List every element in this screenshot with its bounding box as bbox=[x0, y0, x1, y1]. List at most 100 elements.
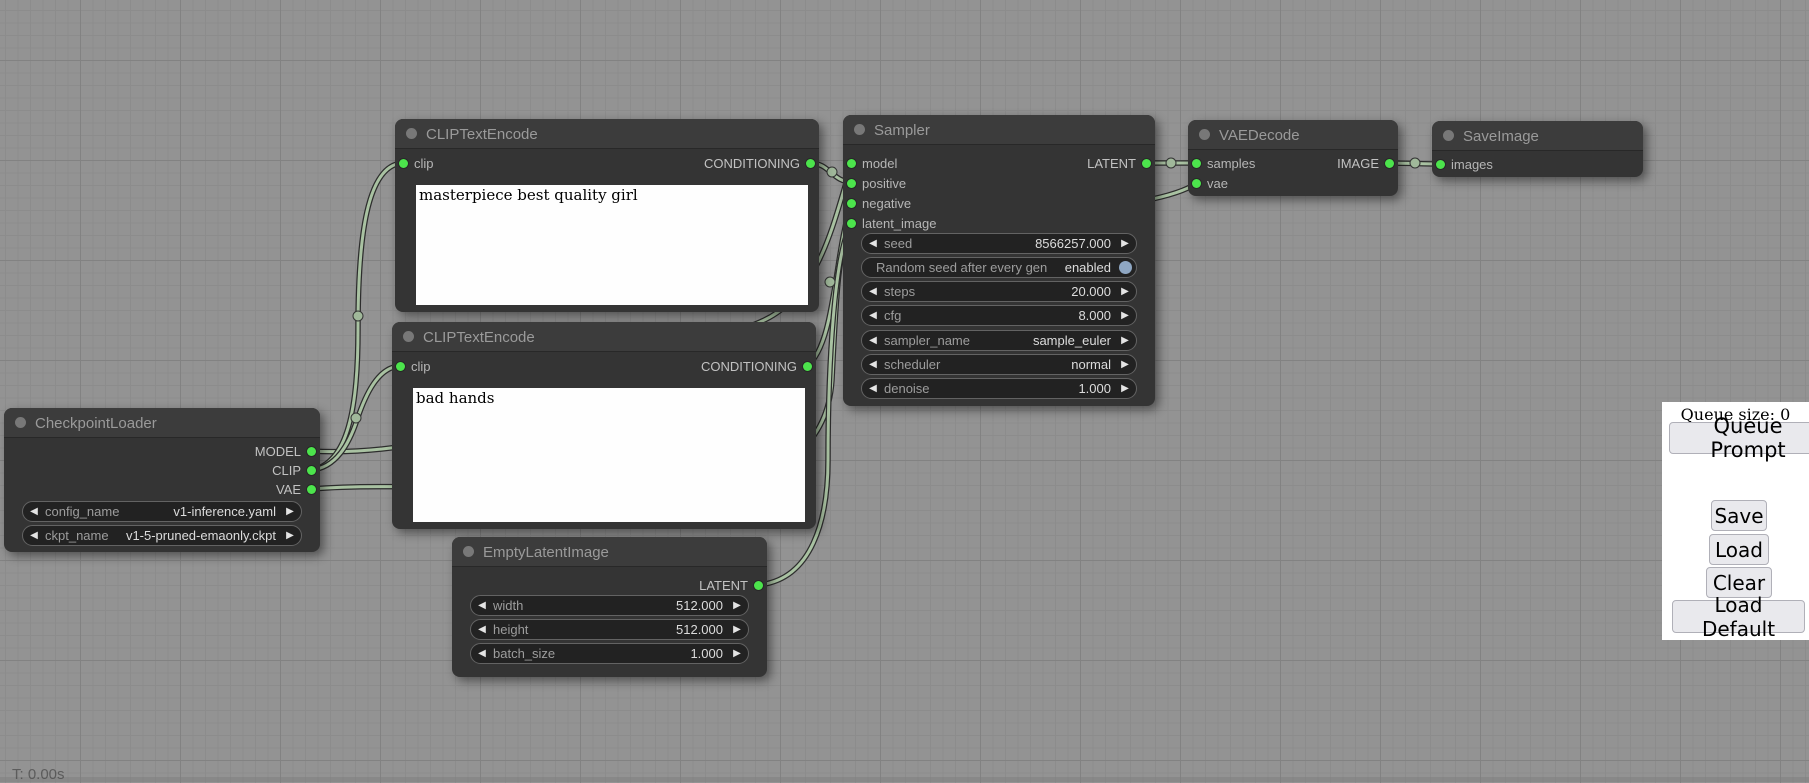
collapse-dot-icon[interactable] bbox=[403, 331, 414, 342]
output-port-CONDITIONING[interactable]: CONDITIONING bbox=[701, 358, 812, 375]
node-title-bar[interactable]: VAEDecode bbox=[1188, 120, 1398, 150]
input-slot-icon[interactable] bbox=[847, 219, 856, 228]
output-port-CLIP[interactable]: CLIP bbox=[272, 462, 316, 479]
collapse-dot-icon[interactable] bbox=[854, 124, 865, 135]
widget-sampler_name[interactable]: ◀sampler_namesample_euler▶ bbox=[861, 330, 1137, 351]
node-title-bar[interactable]: CheckpointLoader bbox=[4, 408, 320, 438]
widget-Random seed after every gen[interactable]: Random seed after every genenabled bbox=[861, 257, 1137, 278]
increment-arrow-icon[interactable]: ▶ bbox=[726, 644, 748, 663]
node-title-bar[interactable]: EmptyLatentImage bbox=[452, 537, 767, 567]
input-slot-icon[interactable] bbox=[396, 362, 405, 371]
output-slot-icon[interactable] bbox=[307, 447, 316, 456]
decrement-arrow-icon[interactable]: ◀ bbox=[862, 306, 884, 325]
widget-ckpt_name[interactable]: ◀ckpt_namev1-5-pruned-emaonly.ckpt▶ bbox=[22, 525, 302, 546]
node-title-bar[interactable]: SaveImage bbox=[1432, 121, 1643, 151]
output-slot-icon[interactable] bbox=[307, 466, 316, 475]
decrement-arrow-icon[interactable]: ◀ bbox=[862, 282, 884, 301]
input-port-latent_image[interactable]: latent_image bbox=[847, 215, 936, 232]
collapse-dot-icon[interactable] bbox=[15, 417, 26, 428]
output-slot-icon[interactable] bbox=[1385, 159, 1394, 168]
input-slot-icon[interactable] bbox=[399, 159, 408, 168]
link-midpoint-dot[interactable] bbox=[1166, 158, 1176, 168]
widget-height[interactable]: ◀height512.000▶ bbox=[470, 619, 749, 640]
decrement-arrow-icon[interactable]: ◀ bbox=[471, 596, 493, 615]
toggle-indicator-icon[interactable] bbox=[1119, 261, 1132, 274]
decrement-arrow-icon[interactable]: ◀ bbox=[23, 526, 45, 545]
input-slot-icon[interactable] bbox=[847, 159, 856, 168]
collapse-dot-icon[interactable] bbox=[1443, 130, 1454, 141]
output-slot-icon[interactable] bbox=[307, 485, 316, 494]
input-port-vae[interactable]: vae bbox=[1192, 175, 1228, 192]
collapse-dot-icon[interactable] bbox=[463, 546, 474, 557]
widget-steps[interactable]: ◀steps20.000▶ bbox=[861, 281, 1137, 302]
decrement-arrow-icon[interactable]: ◀ bbox=[862, 355, 884, 374]
decrement-arrow-icon[interactable]: ◀ bbox=[471, 620, 493, 639]
prompt-textarea[interactable]: masterpiece best quality girl bbox=[416, 185, 808, 305]
node-sampler[interactable]: Sampler model LATENT positive negative latent… bbox=[843, 115, 1155, 406]
link-midpoint-dot[interactable] bbox=[1410, 158, 1420, 168]
increment-arrow-icon[interactable]: ▶ bbox=[1114, 282, 1136, 301]
increment-arrow-icon[interactable]: ▶ bbox=[279, 502, 301, 521]
prompt-textarea[interactable]: bad hands bbox=[413, 388, 805, 522]
output-port-VAE[interactable]: VAE bbox=[276, 481, 316, 498]
node-title-bar[interactable]: Sampler bbox=[843, 115, 1155, 145]
widget-scheduler[interactable]: ◀schedulernormal▶ bbox=[861, 354, 1137, 375]
node-title-bar[interactable]: CLIPTextEncode bbox=[392, 322, 816, 352]
input-slot-icon[interactable] bbox=[1192, 179, 1201, 188]
link-midpoint-dot[interactable] bbox=[353, 311, 363, 321]
output-port-CONDITIONING[interactable]: CONDITIONING bbox=[704, 155, 815, 172]
output-port-LATENT[interactable]: LATENT bbox=[1087, 155, 1151, 172]
node-title-bar[interactable]: CLIPTextEncode bbox=[395, 119, 819, 149]
decrement-arrow-icon[interactable]: ◀ bbox=[862, 379, 884, 398]
node-emptylatentimage[interactable]: EmptyLatentImageLATENT◀width512.000▶◀hei… bbox=[452, 537, 767, 677]
output-port-IMAGE[interactable]: IMAGE bbox=[1337, 155, 1394, 172]
widget-batch_size[interactable]: ◀batch_size1.000▶ bbox=[470, 643, 749, 664]
increment-arrow-icon[interactable]: ▶ bbox=[726, 620, 748, 639]
increment-arrow-icon[interactable]: ▶ bbox=[1114, 306, 1136, 325]
increment-arrow-icon[interactable]: ▶ bbox=[1114, 379, 1136, 398]
output-slot-icon[interactable] bbox=[1142, 159, 1151, 168]
widget-cfg[interactable]: ◀cfg8.000▶ bbox=[861, 305, 1137, 326]
input-slot-icon[interactable] bbox=[847, 199, 856, 208]
increment-arrow-icon[interactable]: ▶ bbox=[1114, 234, 1136, 253]
link-midpoint-dot[interactable] bbox=[827, 167, 837, 177]
load-default-button[interactable]: Load Default bbox=[1672, 600, 1805, 633]
increment-arrow-icon[interactable]: ▶ bbox=[1114, 355, 1136, 374]
input-port-clip[interactable]: clip bbox=[399, 155, 434, 172]
link-midpoint-dot[interactable] bbox=[825, 277, 835, 287]
input-port-samples[interactable]: samples bbox=[1192, 155, 1255, 172]
widget-denoise[interactable]: ◀denoise1.000▶ bbox=[861, 378, 1137, 399]
collapse-dot-icon[interactable] bbox=[406, 128, 417, 139]
collapse-dot-icon[interactable] bbox=[1199, 129, 1210, 140]
widget-seed[interactable]: ◀seed8566257.000▶ bbox=[861, 233, 1137, 254]
output-slot-icon[interactable] bbox=[803, 362, 812, 371]
output-slot-icon[interactable] bbox=[754, 581, 763, 590]
output-port-MODEL[interactable]: MODEL bbox=[255, 443, 316, 460]
input-port-clip[interactable]: clip bbox=[396, 358, 431, 375]
node-checkpointloader[interactable]: CheckpointLoader MODEL CLIP VAE ◀config_name… bbox=[4, 408, 320, 552]
load-button[interactable]: Load bbox=[1709, 534, 1769, 565]
decrement-arrow-icon[interactable]: ◀ bbox=[471, 644, 493, 663]
input-port-positive[interactable]: positive bbox=[847, 175, 906, 192]
input-slot-icon[interactable] bbox=[1192, 159, 1201, 168]
increment-arrow-icon[interactable]: ▶ bbox=[726, 596, 748, 615]
node-vaedecode[interactable]: VAEDecode samples IMAGE vae bbox=[1188, 120, 1398, 196]
save-button[interactable]: Save bbox=[1711, 500, 1767, 531]
widget-config_name[interactable]: ◀config_namev1-inference.yaml▶ bbox=[22, 501, 302, 522]
input-slot-icon[interactable] bbox=[1436, 160, 1445, 169]
input-port-images[interactable]: images bbox=[1436, 156, 1493, 173]
input-slot-icon[interactable] bbox=[847, 179, 856, 188]
decrement-arrow-icon[interactable]: ◀ bbox=[862, 331, 884, 350]
decrement-arrow-icon[interactable]: ◀ bbox=[862, 234, 884, 253]
output-slot-icon[interactable] bbox=[806, 159, 815, 168]
link-midpoint-dot[interactable] bbox=[351, 413, 361, 423]
output-port-LATENT[interactable]: LATENT bbox=[699, 577, 763, 594]
decrement-arrow-icon[interactable]: ◀ bbox=[23, 502, 45, 521]
node-saveimage[interactable]: SaveImage images bbox=[1432, 121, 1643, 177]
input-port-negative[interactable]: negative bbox=[847, 195, 911, 212]
input-port-model[interactable]: model bbox=[847, 155, 897, 172]
queue-prompt-button[interactable]: Queue Prompt bbox=[1669, 422, 1809, 454]
node-cliptextencode-negative[interactable]: CLIPTextEncode clip CONDITIONING bad hands bbox=[392, 322, 816, 529]
increment-arrow-icon[interactable]: ▶ bbox=[279, 526, 301, 545]
increment-arrow-icon[interactable]: ▶ bbox=[1114, 331, 1136, 350]
